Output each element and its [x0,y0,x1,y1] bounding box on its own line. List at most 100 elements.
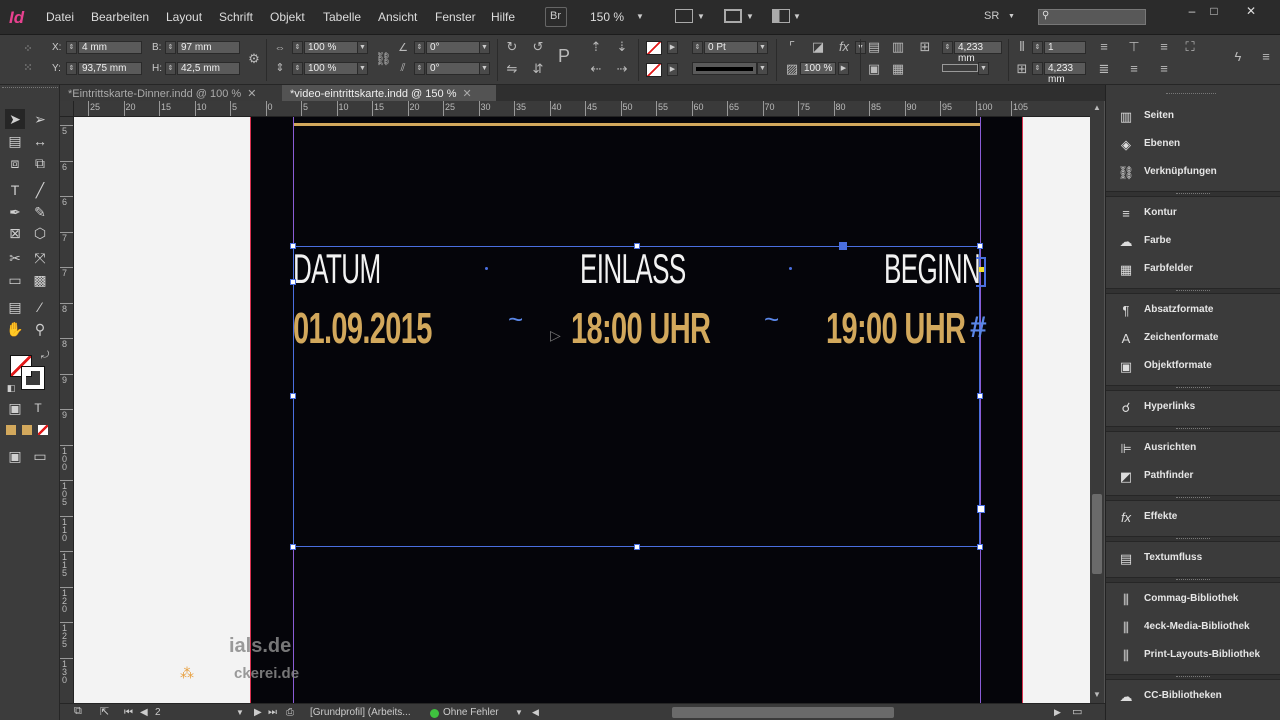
horizontal-ruler[interactable]: 25 20 15 10 5 0 5 10 15 20 25 30 35 40 45 50 55 60 65 70 75 8… [60,101,1100,117]
out-port-handle[interactable] [977,505,985,513]
close-window-button[interactable]: ✕ [1243,4,1259,18]
menu-datei[interactable]: Datei [46,10,74,24]
width-stepper[interactable]: ⇕ [165,41,176,54]
menu-tabelle[interactable]: Tabelle [323,10,361,24]
opacity-dropdown[interactable]: ▶ [838,62,849,75]
handle-top-center[interactable] [634,243,640,249]
scale-x-field[interactable]: 100 % [304,41,358,54]
content-placer-icon[interactable]: ⧉ [31,154,49,172]
menu-schrift[interactable]: Schrift [219,10,253,24]
zoom-level[interactable]: 150 % [590,10,624,24]
panel-absatzformate[interactable]: ¶ Absatzformate [1114,300,1274,322]
pencil-tool-icon[interactable]: ✎ [31,203,49,221]
tab-eintrittskarte-dinner[interactable]: *Eintrittskarte-Dinner.indd @ 100 % ✕ [60,85,282,101]
screen-mode-dropdown-icon[interactable]: ▼ [746,12,754,21]
preview-mode-icon[interactable]: ⧉ [74,705,82,718]
panel-verknuepfungen[interactable]: ⛓ Verknüpfungen [1114,162,1274,184]
selection-frame-icon[interactable]: ⛶ [1182,39,1198,55]
view-options-icon[interactable] [675,9,693,23]
stroke-weight-dropdown[interactable]: ▼ [757,41,768,54]
scale-x-dropdown[interactable]: ▼ [357,41,368,54]
scroll-down-icon[interactable]: ▼ [1093,690,1101,699]
previous-page-icon[interactable]: ◀ [140,707,148,718]
frame-fitting-dropdown[interactable]: ▼ [978,62,989,75]
scroll-left-icon[interactable]: ◀ [532,707,539,718]
handle-middle-left[interactable] [290,393,296,399]
workspace-dropdown-icon[interactable]: ▼ [1008,13,1015,20]
page-number-field[interactable]: 2 [155,707,161,718]
columns-field[interactable]: 1 [1044,41,1086,54]
screen-mode-tool-icon[interactable]: ▭ [31,447,49,465]
handle-bottom-left[interactable] [290,544,296,550]
rectangle-frame-icon[interactable]: ⊠ [6,224,24,242]
scroll-up-icon[interactable]: ▲ [1093,103,1101,112]
quick-apply-icon[interactable]: ϟ [1230,49,1246,65]
effects-fx-icon[interactable]: fx [836,39,852,55]
stroke-dropdown[interactable]: ▶ [667,63,678,76]
handle-bottom-right[interactable] [977,544,983,550]
reference-point-icon[interactable]: ⁘ [20,41,36,57]
fill-swatch-icon[interactable] [646,41,662,55]
line-tool-icon[interactable]: ╱ [31,181,49,199]
scale-x-stepper[interactable]: ⇕ [292,41,303,54]
panel-objektformate[interactable]: ▣ Objektformate [1114,356,1274,378]
screen-mode-icon[interactable] [724,9,742,23]
panel-seiten[interactable]: ▥ Seiten [1114,106,1274,128]
menu-layout[interactable]: Layout [166,10,202,24]
stroke-weight-field[interactable]: 0 Pt [704,41,758,54]
height-stepper[interactable]: ⇕ [165,62,176,75]
scale-y-stepper[interactable]: ⇕ [292,62,303,75]
open-page-icon[interactable]: ⇱ [100,705,109,718]
bridge-button[interactable]: Br [545,7,567,27]
width-field[interactable]: 97 mm [177,41,240,54]
selection-tool-icon[interactable]: ➤ [6,110,24,128]
gutter-field[interactable]: 4,233 mm [1044,62,1086,85]
x-position-field[interactable]: 4 mm [78,41,142,54]
apply-none-icon[interactable] [38,425,48,435]
columns-stepper[interactable]: ⇕ [1032,41,1043,54]
handle-bottom-center[interactable] [634,544,640,550]
workspace-switcher[interactable]: SR [984,10,999,22]
panel-4eck-media-bibliothek[interactable]: ⫼ 4eck-Media-Bibliothek [1114,617,1274,639]
vertical-ruler[interactable]: 5 6 6 7 7 8 8 9 9 100 105 110 115 120 125 130 [60,117,74,703]
rotation-stepper[interactable]: ⇕ [414,41,425,54]
gradient-feather-icon[interactable]: ▩ [31,271,49,289]
vertical-justify-icon[interactable]: ▥ [890,39,906,55]
menu-bearbeiten[interactable]: Bearbeiten [91,10,149,24]
stroke-color-icon[interactable] [21,366,45,390]
frame-offset-field-1[interactable]: 4,233 mm [954,41,1002,64]
fit-frame-icon[interactable]: ▣ [866,61,882,77]
formatting-text-icon[interactable]: T [29,399,47,417]
constrain-proportions-icon[interactable]: ⚙ [246,51,262,67]
panel-textumfluss[interactable]: ▤ Textumfluss [1114,548,1274,570]
text-frame-options-icon[interactable]: ▤ [866,39,882,55]
fit-content-icon[interactable]: ▦ [890,61,906,77]
shear-angle-field[interactable]: 0° [426,62,480,75]
vertical-scrollbar[interactable]: ▲ ▼ [1090,101,1104,703]
in-port-handle[interactable] [290,279,296,285]
formatting-container-icon[interactable]: ▣ [6,399,24,417]
zoom-tool-icon[interactable]: ⚲ [31,320,49,338]
handle-top-left[interactable] [290,243,296,249]
first-page-icon[interactable]: ⏮ [124,707,133,718]
auto-fit-icon[interactable]: ⊞ [917,39,933,55]
gradient-swatch-icon[interactable]: ▭ [6,271,24,289]
offset-stepper-1[interactable]: ⇕ [942,41,953,54]
close-tab-icon[interactable]: ✕ [462,88,471,100]
corner-options-handle[interactable] [839,242,847,250]
panel-cc-bibliotheken[interactable]: ☁ CC-Bibliotheken [1114,686,1274,708]
note-tool-icon[interactable]: ▤ [6,298,24,316]
apply-gradient-icon[interactable] [22,425,32,435]
panel-farbe[interactable]: ☁ Farbe [1114,231,1274,253]
reference-point-grid-icon[interactable]: ⁙ [20,60,36,76]
vertical-scroll-thumb[interactable] [1092,494,1102,574]
maximize-button[interactable]: □ [1206,4,1222,18]
panel-hyperlinks[interactable]: ☌ Hyperlinks [1114,397,1274,419]
y-stepper[interactable]: ⇕ [66,62,77,75]
document-canvas[interactable]: DATUM EINLASS BEGINN 01.09.2015 ~ 18:00 … [74,117,1090,703]
preflight-dropdown-icon[interactable]: ▼ [515,708,523,717]
type-tool-icon[interactable]: T [6,181,24,199]
align-left-icon[interactable]: ≡ [1096,39,1112,55]
polygon-tool-icon[interactable]: ⬡ [31,224,49,242]
shear-dropdown[interactable]: ▼ [479,62,490,75]
